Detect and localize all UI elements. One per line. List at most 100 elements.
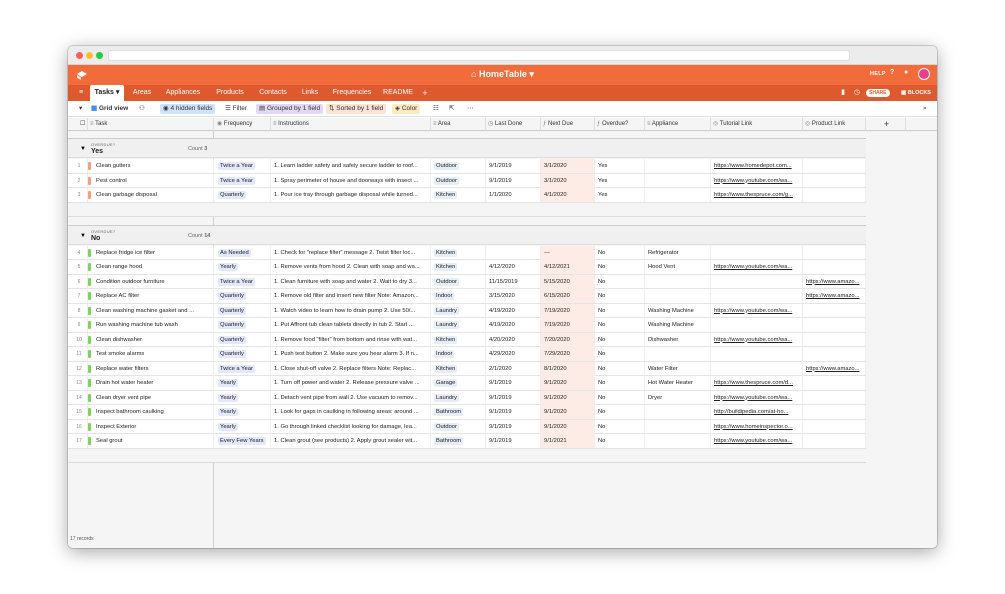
cell-freq[interactable]: Quarterly [215,188,271,202]
cell-appl[interactable]: Hot Water Heater [645,376,711,390]
cell-instr[interactable]: 1. Turn off power and water 2. Release p… [271,376,431,390]
maximize-window-button[interactable] [96,52,103,59]
cell-last[interactable]: 1/1/2020 [486,188,541,202]
cell-task[interactable]: Drain hot water heater [88,376,214,390]
cell-next[interactable]: 4/12/2021 [541,260,595,274]
cell-over[interactable]: No [595,347,645,361]
cell-instr[interactable]: 1. Detach vent pipe from wall 2. Use vac… [271,390,431,405]
table-row[interactable]: 16 Inspect Exterior Yearly 1. Go through li… [68,419,866,434]
cell-area[interactable]: Laundry [431,390,486,405]
cell-prod-link[interactable] [803,419,866,434]
column-header-area[interactable]: ≡ Area [431,118,486,131]
cell-freq[interactable]: Quarterly [215,289,271,303]
cell-over[interactable]: No [595,376,645,390]
cell-next[interactable]: 9/1/2020 [541,376,595,390]
cell-instr[interactable]: 1. Close shut-off valve 2. Replace filte… [271,361,431,376]
tab-contacts[interactable]: Contacts [254,85,292,101]
cell-last[interactable]: 11/15/2019 [486,274,541,289]
cell-next[interactable]: 3/1/2020 [541,173,595,188]
close-window-button[interactable] [76,52,83,59]
more-icon[interactable]: ⋯ [464,104,477,114]
cell-appl[interactable] [645,289,711,303]
cell-instr[interactable]: 1. Remove food "filter" from bottom and … [271,332,431,347]
cell-next[interactable]: --- [541,245,595,260]
cell-prod-link[interactable] [803,347,866,361]
cell-over[interactable]: No [595,303,645,318]
tab-tasks[interactable]: Tasks ▾ [90,85,124,101]
cell-next[interactable]: 9/1/2020 [541,419,595,434]
cell-next[interactable]: 7/19/2020 [541,318,595,332]
table-row[interactable]: 9 Run washing machine tub wash Quarterly 1.… [68,318,866,333]
cell-tut-link[interactable]: https://www.homedepot.com... [711,159,803,173]
search-icon[interactable]: ⌕ [920,104,930,114]
view-switcher[interactable]: ▦ Grid view [88,104,131,114]
cell-last[interactable] [486,245,541,260]
cell-next[interactable]: 9/1/2020 [541,405,595,419]
column-header-product-link[interactable]: ◎ Product Link [803,118,866,131]
cell-task[interactable]: Clean garbage disposal [88,188,214,202]
cell-appl[interactable] [645,274,711,289]
cell-task[interactable]: Condition outdoor furniture [88,274,214,289]
cell-tut-link[interactable]: https://www.youtube.com/wa... [711,332,803,347]
tab-products[interactable]: Products [210,85,250,101]
cell-appl[interactable] [645,405,711,419]
column-header-instructions[interactable]: ≡ Instructions [271,118,431,131]
cell-appl[interactable]: Hood Vent [645,260,711,274]
cell-task[interactable]: Run washing machine tub wash [88,318,214,332]
cell-over[interactable]: No [595,245,645,260]
cell-instr[interactable]: 1. Remove old filter and insert new filt… [271,289,431,303]
cell-freq[interactable]: As Needed [215,245,271,260]
cell-last[interactable]: 9/1/2019 [486,376,541,390]
column-header-next-due[interactable]: ƒ Next Due [541,118,595,131]
cell-appl[interactable]: Washing Machine [645,318,711,332]
cell-tut-link[interactable]: https://www.youtube.com/wa... [711,390,803,405]
tab-links[interactable]: Links [296,85,324,101]
cell-over[interactable]: Yes [595,159,645,173]
cell-over[interactable]: Yes [595,173,645,188]
minimize-window-button[interactable] [86,52,93,59]
cell-last[interactable]: 4/19/2020 [486,303,541,318]
bell-icon[interactable]: ● [904,69,909,76]
cell-over[interactable]: No [595,289,645,303]
cell-area[interactable]: Outdoor [431,274,486,289]
cell-next[interactable]: 9/1/2021 [541,434,595,448]
cell-over[interactable]: No [595,260,645,274]
cell-task[interactable]: Clean range hood [88,260,214,274]
tab-areas[interactable]: Areas [128,85,156,101]
cell-prod-link[interactable] [803,188,866,202]
cell-over[interactable]: No [595,274,645,289]
cell-over[interactable]: No [595,405,645,419]
cell-area[interactable]: Kitchen [431,332,486,347]
cell-next[interactable]: 3/1/2020 [541,159,595,173]
cell-task[interactable]: Replace fridge ice filter [88,245,214,260]
cell-area[interactable]: Garage [431,376,486,390]
tab-appliances[interactable]: Appliances [160,85,206,101]
cell-freq[interactable]: Yearly [215,376,271,390]
cell-over[interactable]: No [595,434,645,448]
collapse-group-icon[interactable]: ▼ [80,233,86,239]
cell-area[interactable]: Laundry [431,318,486,332]
table-row[interactable]: 5 Clean range hood Yearly 1. Remove vents f… [68,260,866,275]
cell-task[interactable]: Clean washing machine gasket and ... [88,303,214,318]
filter-button[interactable]: ☰ Filter [222,104,250,114]
chevron-down-icon[interactable]: ▾ [76,104,85,114]
group-header[interactable]: ▼ OVERDUE? No Count 14 [68,224,866,245]
cell-last[interactable]: 9/1/2019 [486,419,541,434]
table-row[interactable]: 12 Replace water filters Twice a Year 1. Cl… [68,361,866,376]
tab-readme[interactable]: README [380,85,416,101]
table-row[interactable]: 7 Replace AC filter Quarterly 1. Remove old… [68,289,866,304]
cell-next[interactable]: 6/15/2020 [541,289,595,303]
cell-prod-link[interactable] [803,159,866,173]
add-table-icon[interactable]: + [420,85,430,101]
cell-over[interactable]: No [595,332,645,347]
cell-freq[interactable]: Quarterly [215,347,271,361]
cell-prod-link[interactable] [803,376,866,390]
avatar[interactable] [918,68,930,80]
tab-frequencies[interactable]: Frequencies [328,85,376,101]
cell-tut-link[interactable]: https://www.youtube.com/wa... [711,303,803,318]
cell-freq[interactable]: Yearly [215,419,271,434]
share-view-icon[interactable]: ⇱ [446,104,457,114]
hamburger-menu-icon[interactable]: ≡ [76,85,86,101]
cell-area[interactable]: Outdoor [431,173,486,188]
table-row[interactable]: 14 Clean dryer vent pipe Yearly 1. Detach v… [68,390,866,405]
